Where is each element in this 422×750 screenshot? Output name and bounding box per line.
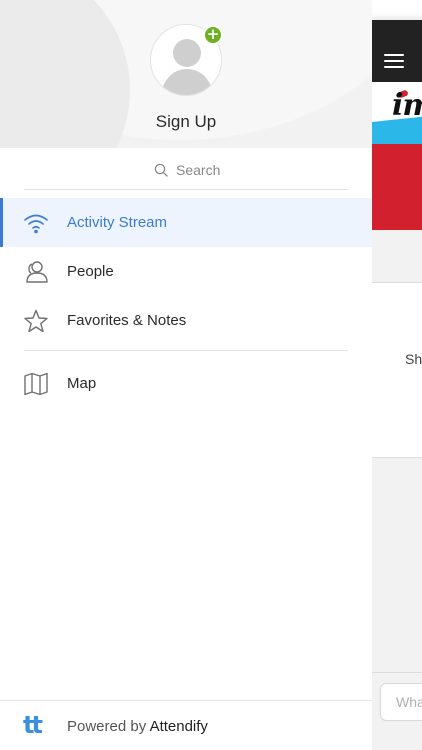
search-icon: [154, 163, 168, 177]
app-content-card: Sh: [372, 282, 422, 458]
search-field[interactable]: Search: [0, 148, 372, 190]
menu-item-people[interactable]: People: [0, 247, 372, 296]
app-top-bar: [372, 20, 422, 82]
divider: [24, 189, 348, 190]
avatar-head-icon: [173, 39, 201, 67]
menu-label: Activity Stream: [67, 214, 168, 231]
menu-item-activity-stream[interactable]: Activity Stream: [0, 198, 372, 247]
drawer-menu: Activity Stream People Favorites & Notes: [0, 198, 372, 345]
menu-label: People: [67, 263, 114, 280]
people-icon: [26, 261, 48, 283]
drawer-header: + Sign Up: [0, 0, 372, 148]
drawer-footer: tt Powered by Attendify: [0, 700, 372, 750]
add-profile-icon[interactable]: +: [203, 25, 223, 45]
banner-logo: im: [392, 88, 422, 123]
attendify-link[interactable]: Attendify: [150, 718, 208, 735]
underlying-app-panel[interactable]: im Sh Wha: [372, 20, 422, 750]
app-banner-image: im: [372, 82, 422, 230]
menu-label: Map: [67, 375, 97, 392]
wifi-icon: [24, 214, 48, 234]
post-input-field[interactable]: Wha: [380, 683, 422, 721]
avatar-body-icon: [162, 69, 212, 95]
menu-item-favorites-notes[interactable]: Favorites & Notes: [0, 296, 372, 345]
star-icon: [24, 309, 48, 333]
menu-item-map[interactable]: Map: [0, 359, 372, 408]
menu-label: Favorites & Notes: [67, 312, 187, 329]
app-card-text: Sh: [405, 351, 422, 367]
map-icon: [24, 372, 48, 396]
powered-by-text: Powered by Attendify: [67, 718, 208, 735]
app-input-bar: Wha: [372, 672, 422, 730]
search-placeholder: Search: [176, 162, 221, 178]
sign-up-link[interactable]: Sign Up: [0, 112, 372, 132]
attendify-logo-icon: tt: [23, 711, 43, 739]
divider: [24, 350, 348, 351]
hamburger-menu-icon[interactable]: [384, 54, 404, 72]
navigation-drawer: + Sign Up Search Activity Stream People …: [0, 0, 372, 750]
